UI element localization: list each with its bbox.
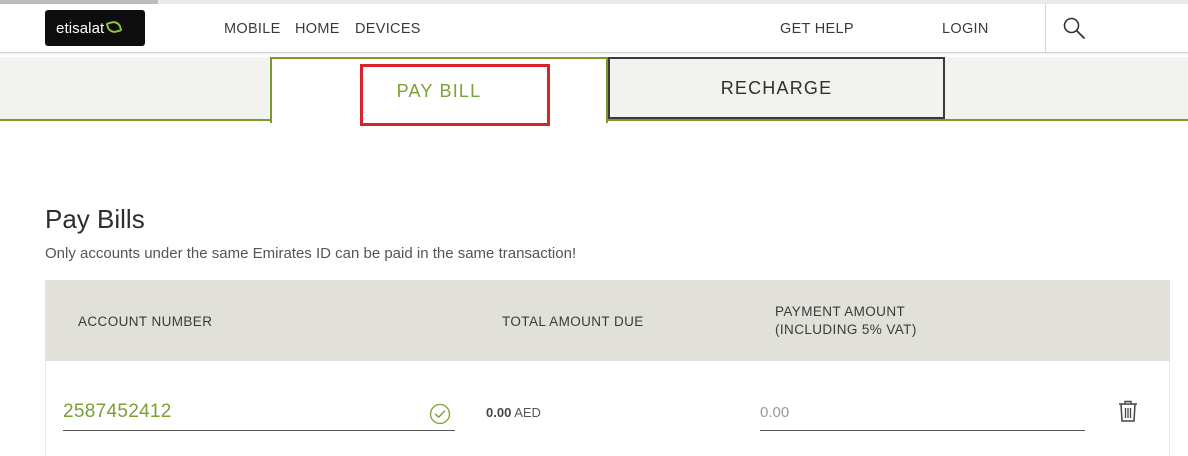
tab-bar: PAY BILL RECHARGE	[0, 57, 1188, 123]
total-due-currency: AED	[514, 405, 541, 420]
trash-icon[interactable]	[1117, 399, 1139, 423]
site-header: etisalat MOBILE HOME DEVICES GET HELP LO…	[0, 4, 1188, 53]
logo-text: etisalat	[56, 19, 105, 37]
table-row: 2587452412 0.00 AED 0.00	[45, 361, 1170, 456]
account-number-field[interactable]: 2587452412	[63, 399, 455, 431]
check-circle-icon	[429, 403, 451, 425]
nav-devices[interactable]: DEVICES	[355, 21, 421, 37]
nav-home[interactable]: HOME	[295, 21, 340, 37]
total-amount-due: 0.00 AED	[486, 405, 541, 420]
header-payment-amount-line2: (INCLUDING 5% VAT)	[775, 322, 917, 337]
etisalat-logo[interactable]: etisalat	[45, 10, 145, 46]
payment-amount-field[interactable]: 0.00	[760, 399, 1085, 431]
account-number-value: 2587452412	[63, 401, 172, 422]
nav-login[interactable]: LOGIN	[942, 21, 989, 37]
logo-mark-icon	[106, 18, 123, 35]
tab-pay-bill-label: PAY BILL	[396, 80, 482, 101]
payment-amount-placeholder: 0.00	[760, 404, 790, 421]
header-payment-amount-line1: PAYMENT AMOUNT	[775, 304, 906, 319]
search-button[interactable]	[1045, 4, 1188, 53]
search-icon	[1063, 17, 1085, 39]
table-header: ACCOUNT NUMBER TOTAL AMOUNT DUE PAYMENT …	[45, 280, 1170, 361]
total-due-value: 0.00	[486, 405, 512, 420]
tab-recharge-label: RECHARGE	[720, 77, 833, 98]
nav-get-help[interactable]: GET HELP	[780, 21, 854, 37]
header-payment-amount: PAYMENT AMOUNT (INCLUDING 5% VAT)	[775, 303, 917, 339]
header-total-amount-due: TOTAL AMOUNT DUE	[502, 314, 644, 329]
page-title: Pay Bills	[45, 204, 145, 234]
header-account-number: ACCOUNT NUMBER	[78, 314, 213, 329]
page-note: Only accounts under the same Emirates ID…	[45, 245, 577, 262]
nav-mobile[interactable]: MOBILE	[224, 21, 281, 37]
tab-recharge[interactable]: RECHARGE	[608, 57, 945, 119]
tab-pay-bill[interactable]: PAY BILL	[270, 57, 608, 123]
